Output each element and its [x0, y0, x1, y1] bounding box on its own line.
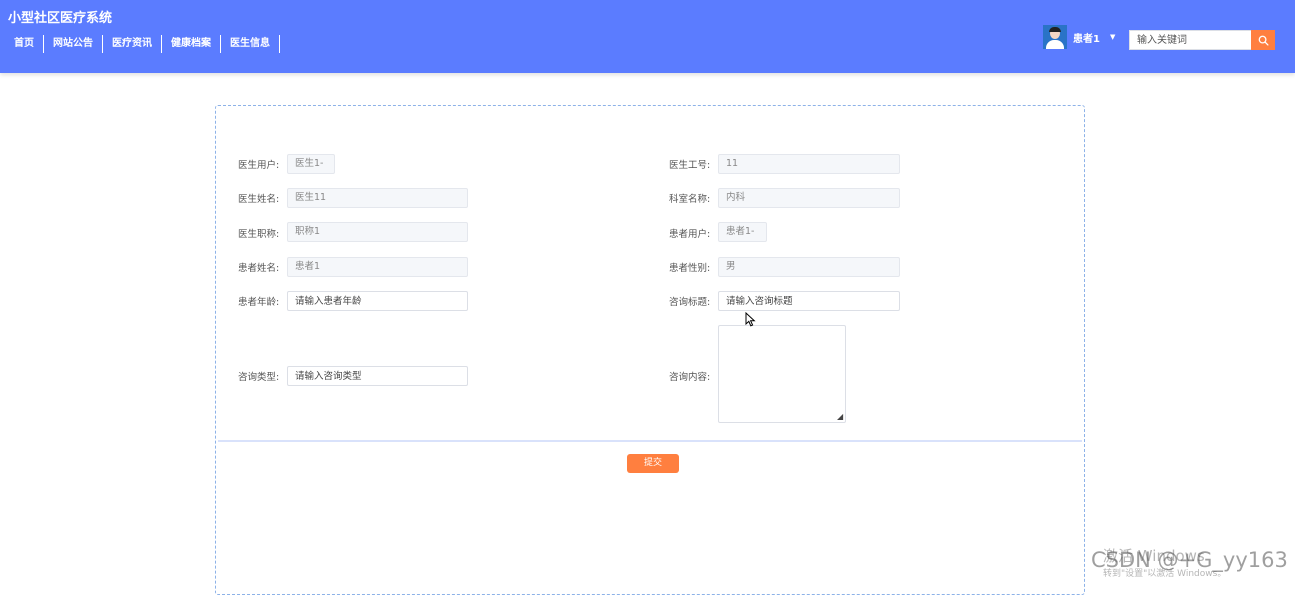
department-field: 内科 — [718, 188, 900, 208]
doctor-id-field: 11 — [718, 154, 900, 174]
nav-doctor-info[interactable]: 医生信息 — [221, 35, 280, 53]
doctor-title-field: 职称1 — [287, 222, 468, 242]
csdn-watermark: CSDN @+G_yy163 — [1091, 548, 1288, 572]
label-doctor-user: 医生用户: — [238, 160, 280, 171]
search-icon — [1258, 35, 1269, 46]
label-department: 科室名称: — [669, 194, 711, 205]
nav-announcements[interactable]: 网站公告 — [44, 35, 103, 53]
consult-title-input[interactable] — [718, 291, 900, 311]
search-bar — [1129, 30, 1275, 50]
nav-medical-news[interactable]: 医疗资讯 — [103, 35, 162, 53]
patient-user-field: 患者1- — [718, 222, 767, 242]
nav-home[interactable]: 首页 — [4, 35, 44, 53]
chevron-down-icon[interactable]: ▼ — [1110, 33, 1115, 41]
label-doctor-id: 医生工号: — [669, 160, 711, 171]
label-patient-name: 患者姓名: — [238, 263, 280, 274]
form-divider — [218, 440, 1082, 442]
mouse-cursor-icon — [745, 312, 756, 327]
top-header: 小型社区医疗系统 首页 网站公告 医疗资讯 健康档案 医生信息 患者1 ▼ — [0, 0, 1295, 73]
label-patient-user: 患者用户: — [669, 229, 711, 240]
form-panel — [215, 105, 1085, 595]
submit-button[interactable]: 提交 — [627, 454, 679, 473]
label-consult-content: 咨询内容: — [669, 372, 711, 383]
resize-handle-icon[interactable]: ◢ — [837, 412, 843, 421]
label-consult-title: 咨询标题: — [669, 297, 711, 308]
app-title: 小型社区医疗系统 — [8, 11, 113, 26]
consult-type-input[interactable] — [287, 366, 468, 386]
avatar[interactable] — [1043, 25, 1067, 49]
doctor-user-field: 医生1- — [287, 154, 335, 174]
label-doctor-name: 医生姓名: — [238, 194, 280, 205]
main-nav: 首页 网站公告 医疗资讯 健康档案 医生信息 — [4, 35, 280, 53]
consult-content-textarea[interactable] — [718, 325, 846, 423]
user-menu[interactable]: 患者1 ▼ — [1043, 25, 1115, 49]
label-patient-gender: 患者性别: — [669, 263, 711, 274]
patient-gender-field: 男 — [718, 257, 900, 277]
patient-name-field: 患者1 — [287, 257, 468, 277]
patient-age-input[interactable] — [287, 291, 468, 311]
label-patient-age: 患者年龄: — [238, 297, 280, 308]
username[interactable]: 患者1 — [1073, 30, 1100, 45]
nav-health-records[interactable]: 健康档案 — [162, 35, 221, 53]
label-consult-type: 咨询类型: — [238, 372, 280, 383]
label-doctor-title: 医生职称: — [238, 229, 280, 240]
search-input[interactable] — [1129, 30, 1251, 50]
search-button[interactable] — [1251, 30, 1275, 50]
doctor-name-field: 医生11 — [287, 188, 468, 208]
